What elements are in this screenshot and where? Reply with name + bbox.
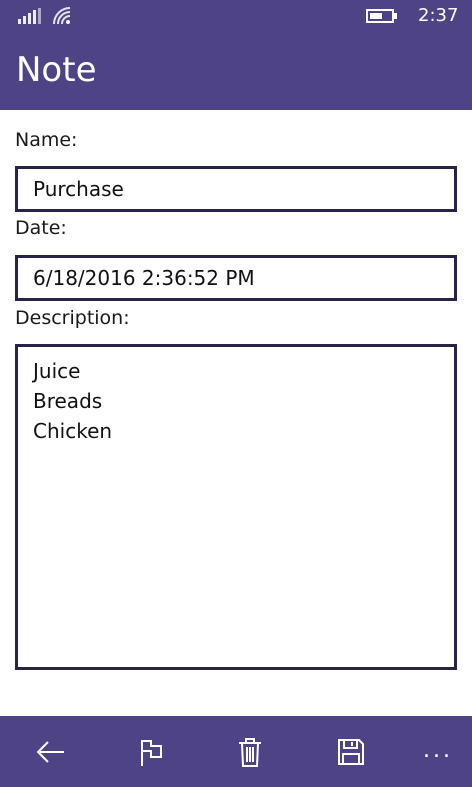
date-label: Date: bbox=[15, 217, 67, 239]
description-line: Juice bbox=[33, 359, 81, 383]
wifi-icon bbox=[53, 7, 71, 25]
signal-icon bbox=[18, 8, 41, 24]
status-bar: 2:37 bbox=[0, 0, 472, 32]
save-icon bbox=[338, 739, 364, 765]
page-title: Note bbox=[16, 50, 97, 90]
name-label: Name: bbox=[15, 129, 78, 151]
delete-button[interactable] bbox=[232, 734, 268, 770]
back-button[interactable] bbox=[32, 734, 68, 770]
description-label: Description: bbox=[15, 307, 130, 329]
flag-icon bbox=[141, 740, 162, 766]
clock: 2:37 bbox=[418, 5, 459, 26]
back-icon bbox=[36, 741, 64, 763]
date-field[interactable]: 6/18/2016 2:36:52 PM bbox=[15, 255, 457, 301]
app-bar: ... bbox=[0, 716, 472, 787]
description-field[interactable]: Juice Breads Chicken bbox=[15, 344, 457, 670]
save-button[interactable] bbox=[333, 734, 369, 770]
name-field[interactable]: Purchase bbox=[15, 166, 457, 212]
title-bar: Note bbox=[0, 32, 472, 110]
delete-icon bbox=[239, 738, 261, 767]
description-line: Breads bbox=[33, 389, 103, 413]
battery-icon bbox=[366, 9, 397, 23]
flag-button[interactable] bbox=[133, 734, 169, 770]
more-button[interactable]: ... bbox=[420, 738, 456, 768]
description-line: Chicken bbox=[33, 419, 113, 443]
